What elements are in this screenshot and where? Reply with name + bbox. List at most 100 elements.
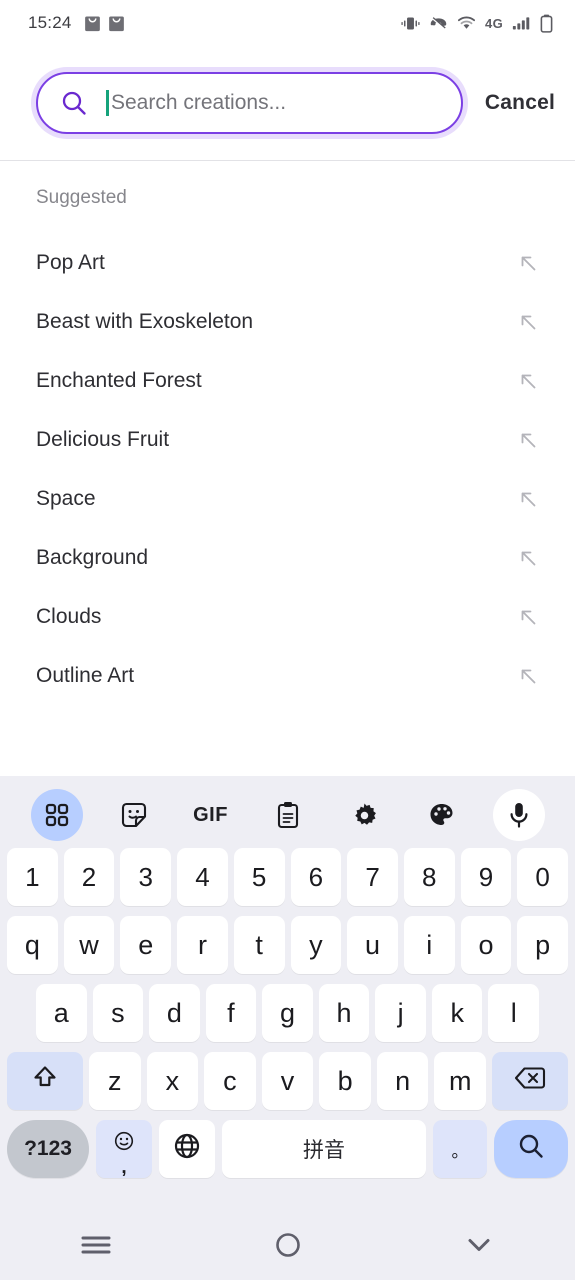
comma-label: , [121,1156,127,1178]
arrow-up-left-icon[interactable] [517,488,539,510]
shopping-bag-icon [84,14,101,32]
battery-icon [540,14,553,33]
key-7[interactable]: 7 [347,848,398,906]
list-item[interactable]: Enchanted Forest [0,351,575,410]
key-z[interactable]: z [88,1052,141,1110]
key-0[interactable]: 0 [517,848,569,906]
list-item[interactable]: Beast with Exoskeleton [0,292,575,351]
key-g[interactable]: g [262,984,313,1042]
key-u[interactable]: u [347,916,398,974]
key-j[interactable]: j [375,984,426,1042]
key-2[interactable]: 2 [63,848,115,906]
arrow-up-left-icon[interactable] [517,252,539,274]
key-v[interactable]: v [261,1052,314,1110]
system-navigation-bar [0,1214,575,1280]
backspace-key[interactable] [492,1052,569,1110]
arrow-up-left-icon[interactable] [517,370,539,392]
status-time: 15:24 [28,13,72,32]
search-icon [60,89,88,117]
shopping-bag-icon [108,14,125,32]
key-r[interactable]: r [177,916,228,974]
list-item[interactable]: Space [0,469,575,528]
keyboard-tool-settings[interactable] [326,789,403,841]
suggestion-label: Background [36,545,149,569]
list-item[interactable]: Pop Art [0,233,575,292]
arrow-up-left-icon[interactable] [517,665,539,687]
arrow-up-left-icon[interactable] [517,429,539,451]
key-1[interactable]: 1 [6,848,58,906]
key-3[interactable]: 3 [120,848,172,906]
list-item[interactable]: Outline Art [0,646,575,705]
backspace-icon [514,1065,546,1098]
arrow-up-left-icon[interactable] [517,606,539,628]
key-9[interactable]: 9 [460,848,512,906]
key-q[interactable]: q [6,916,58,974]
shift-key[interactable] [6,1052,83,1110]
keyboard-row-bottom: ?123 , 拼音 。 [4,1120,571,1178]
wifi-icon [457,15,476,31]
key-h[interactable]: h [318,984,370,1042]
hide-keyboard-button[interactable] [383,1234,575,1261]
key-c[interactable]: c [204,1052,256,1110]
key-w[interactable]: w [63,916,115,974]
symbols-key[interactable]: ?123 [7,1120,89,1178]
recents-button[interactable] [0,1233,192,1262]
key-x[interactable]: x [146,1052,199,1110]
shift-icon [30,1063,60,1100]
sticker-icon[interactable] [108,789,160,841]
key-6[interactable]: 6 [290,848,342,906]
key-s[interactable]: s [92,984,144,1042]
key-e[interactable]: e [120,916,172,974]
search-input[interactable]: Search creations... [36,72,463,134]
key-d[interactable]: d [149,984,200,1042]
period-key[interactable]: 。 [433,1120,487,1178]
clipboard-icon[interactable] [262,789,314,841]
key-b[interactable]: b [319,1052,371,1110]
keyboard-tool-clipboard[interactable] [249,789,326,841]
palette-icon[interactable] [416,789,468,841]
key-i[interactable]: i [403,916,455,974]
arrow-up-left-icon[interactable] [517,311,539,333]
gif-icon[interactable]: GIF [193,804,228,827]
keyboard-tool-grid[interactable] [18,789,95,841]
status-notification-icons [84,14,125,32]
search-enter-key[interactable] [494,1120,568,1178]
list-item[interactable]: Clouds [0,587,575,646]
text-caret [106,90,109,116]
key-o[interactable]: o [460,916,512,974]
key-p[interactable]: p [517,916,569,974]
language-switch-key[interactable] [159,1120,215,1178]
keyboard-tool-sticker[interactable] [95,789,172,841]
space-key[interactable]: 拼音 [222,1120,426,1178]
home-button[interactable] [192,1232,384,1263]
key-4[interactable]: 4 [177,848,228,906]
emoji-key[interactable]: , [96,1120,152,1178]
keyboard: GIF 1 2 3 4 5 6 7 8 9 0 q w e r t y u i … [0,776,575,1214]
key-n[interactable]: n [376,1052,429,1110]
key-a[interactable]: a [35,984,87,1042]
arrow-up-left-icon[interactable] [517,547,539,569]
chevron-down-icon [464,1234,494,1261]
key-l[interactable]: l [488,984,540,1042]
key-f[interactable]: f [205,984,257,1042]
grid-icon[interactable] [30,789,83,841]
key-t[interactable]: t [233,916,285,974]
list-item[interactable]: Background [0,528,575,587]
suggestions-panel: Suggested Pop Art Beast with Exoskeleton… [0,161,575,777]
keyboard-tool-voice[interactable] [480,789,557,841]
microphone-icon[interactable] [492,789,545,841]
key-k[interactable]: k [431,984,483,1042]
suggestion-label: Pop Art [36,250,105,274]
key-8[interactable]: 8 [403,848,455,906]
cancel-button[interactable]: Cancel [485,91,555,115]
gear-icon[interactable] [339,789,391,841]
key-m[interactable]: m [434,1052,487,1110]
menu-icon [80,1233,112,1262]
key-5[interactable]: 5 [233,848,285,906]
signal-bars-icon [512,15,531,31]
keyboard-tool-theme[interactable] [403,789,480,841]
keyboard-tool-gif[interactable]: GIF [172,789,249,841]
key-y[interactable]: y [290,916,342,974]
keyboard-toolbar: GIF [4,782,571,848]
list-item[interactable]: Delicious Fruit [0,410,575,469]
